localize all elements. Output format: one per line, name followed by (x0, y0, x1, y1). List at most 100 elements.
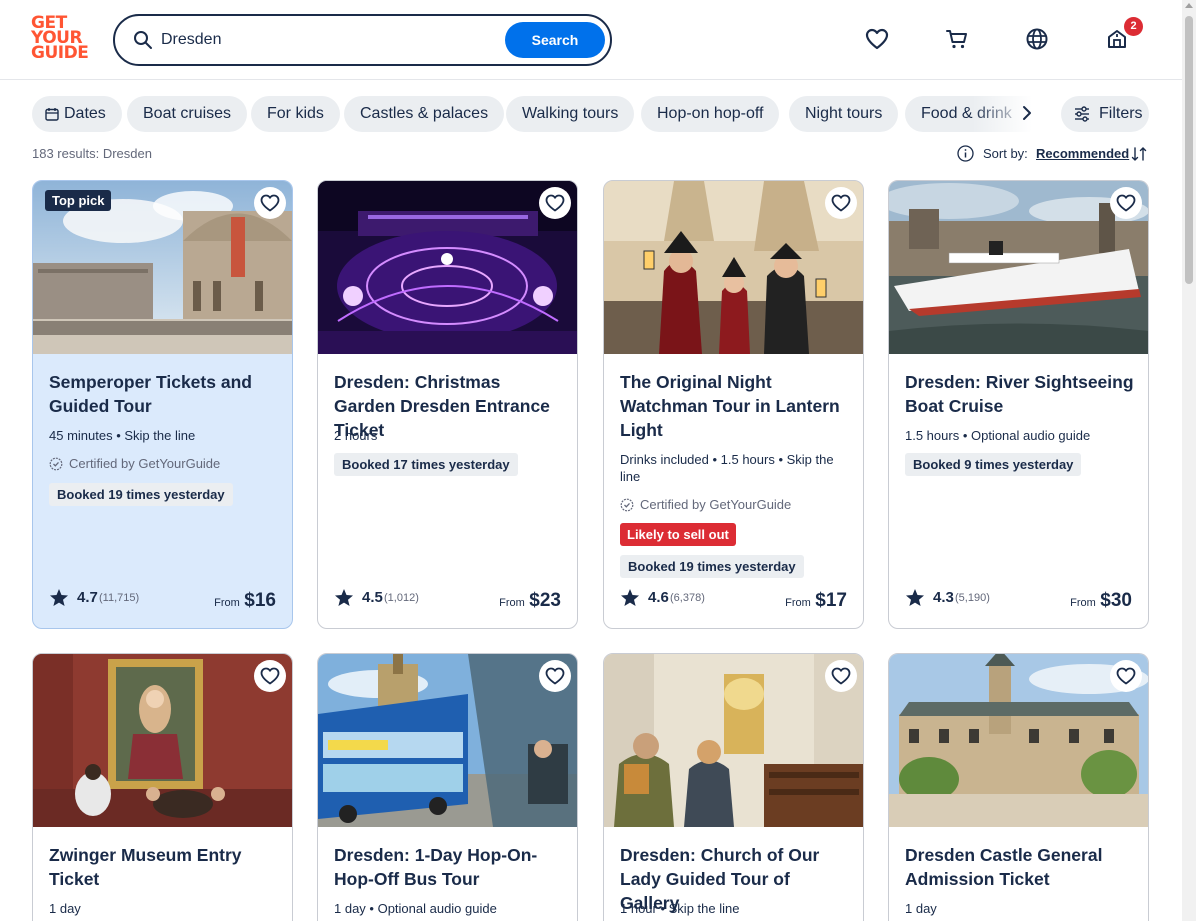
heart-icon (545, 194, 565, 212)
cart-count-badge: 2 (1124, 17, 1143, 36)
activity-title[interactable]: Zwinger Museum Entry Ticket (49, 843, 279, 891)
logo-line: GUIDE (31, 43, 89, 63)
chip-night-tours[interactable]: Night tours (789, 96, 899, 132)
page-scrollbar[interactable] (1182, 0, 1196, 921)
price-amount: $30 (1100, 590, 1132, 611)
chip-label: Night tours (805, 105, 883, 122)
chip-hop-on-hop-off[interactable]: Hop-on hop-off (641, 96, 780, 132)
calendar-icon (45, 108, 59, 121)
chip-walking-tours[interactable]: Walking tours (506, 96, 635, 132)
chip-label: Walking tours (522, 105, 619, 122)
activity-title[interactable]: Dresden Castle General Admission Ticket (905, 843, 1135, 891)
wishlist-button[interactable] (825, 187, 857, 219)
sort-value[interactable]: Recommended (1036, 145, 1129, 163)
wishlist-button[interactable] (1110, 660, 1142, 692)
chip-label: Hop-on hop-off (657, 105, 764, 122)
price: From $16 (214, 590, 276, 612)
wishlist-button[interactable] (539, 660, 571, 692)
activity-meta: 1.5 hours • Optional audio guide (905, 428, 1091, 443)
chip-label: Dates (64, 105, 106, 122)
certified-text: Certified by GetYourGuide (69, 456, 221, 471)
activity-meta: 1 day (49, 901, 81, 916)
review-count: (1,012) (384, 592, 419, 604)
search-button[interactable]: Search (505, 22, 605, 58)
activity-card[interactable]: Top pick Semperoper Tickets and Guided T… (32, 180, 293, 629)
activity-photo (318, 654, 577, 827)
sliders-filter-icon (1075, 106, 1089, 122)
price-amount: $16 (244, 590, 276, 611)
chip-label: For kids (267, 105, 324, 122)
activity-card[interactable]: Zwinger Museum Entry Ticket 1 day (32, 653, 293, 921)
certified-check-icon (49, 457, 63, 471)
chip-boat-cruises[interactable]: Boat cruises (127, 96, 248, 132)
booked-badge: Booked 19 times yesterday (49, 483, 233, 506)
search-icon (134, 31, 152, 49)
chevron-right-icon[interactable] (1016, 102, 1038, 124)
top-header: GET YOUR GUIDE Search 2 (0, 0, 1182, 80)
price-amount: $23 (529, 590, 561, 611)
likely-to-sell-out-badge: Likely to sell out (620, 523, 736, 546)
search-input[interactable] (161, 26, 501, 54)
chip-label: Boat cruises (143, 105, 232, 122)
wishlist-button[interactable] (539, 187, 571, 219)
category-chip-row: Dates Boat cruises For kids Castles & pa… (32, 96, 1032, 132)
activity-photo (33, 654, 292, 827)
review-count: (11,715) (99, 592, 140, 604)
activity-title[interactable]: The Original Night Watchman Tour in Lant… (620, 370, 850, 442)
getyourguide-logo[interactable]: GET YOUR GUIDE (31, 15, 91, 66)
wishlist-button[interactable] (825, 660, 857, 692)
activity-title[interactable]: Semperoper Tickets and Guided Tour (49, 370, 279, 418)
price-from-label: From (785, 597, 811, 609)
activity-photo (604, 181, 863, 354)
review-count: (5,190) (955, 592, 990, 604)
scrollbar-thumb[interactable] (1185, 16, 1193, 284)
review-count: (6,378) (670, 592, 705, 604)
star-icon (50, 589, 68, 606)
activity-card[interactable]: Dresden: Christmas Garden Dresden Entran… (317, 180, 578, 629)
star-icon (621, 589, 639, 606)
activity-meta: 1 hour • Skip the line (620, 901, 740, 916)
rating-score: 4.3 (933, 589, 954, 606)
chip-castles-palaces[interactable]: Castles & palaces (344, 96, 505, 132)
activity-card[interactable]: Dresden Castle General Admission Ticket … (888, 653, 1149, 921)
chip-dates[interactable]: Dates (32, 96, 122, 132)
activity-title[interactable]: Dresden: 1-Day Hop-On-Hop-Off Bus Tour (334, 843, 564, 891)
activity-card[interactable]: Dresden: 1-Day Hop-On-Hop-Off Bus Tour 1… (317, 653, 578, 921)
activity-card[interactable]: Dresden: Church of Our Lady Guided Tour … (603, 653, 864, 921)
top-pick-badge: Top pick (45, 190, 112, 211)
sort-arrows-icon[interactable] (1131, 146, 1147, 162)
activity-card[interactable]: The Original Night Watchman Tour in Lant… (603, 180, 864, 629)
price-from-label: From (499, 597, 525, 609)
activity-card[interactable]: Dresden: River Sightseeing Boat Cruise 1… (888, 180, 1149, 629)
wishlist-button[interactable] (254, 187, 286, 219)
star-icon (335, 589, 353, 606)
activity-title[interactable]: Dresden: River Sightseeing Boat Cruise (905, 370, 1135, 418)
filters-button[interactable]: Filters (1061, 96, 1149, 132)
heart-icon (831, 667, 851, 685)
wishlist-heart-icon[interactable] (864, 26, 890, 52)
search-bar: Search (113, 14, 612, 66)
activity-meta: 1 day • Optional audio guide (334, 901, 497, 916)
scroll-up-arrow-icon[interactable] (1185, 3, 1193, 8)
activity-meta: 45 minutes • Skip the line (49, 428, 196, 443)
activity-meta: 1 day (905, 901, 937, 916)
price-amount: $17 (815, 590, 847, 611)
activity-photo (889, 654, 1148, 827)
heart-icon (545, 667, 565, 685)
heart-icon (1116, 194, 1136, 212)
globe-language-icon[interactable] (1024, 26, 1050, 52)
results-count: 183 results: Dresden (32, 146, 152, 161)
wishlist-button[interactable] (254, 660, 286, 692)
price: From $17 (785, 590, 847, 612)
certified-text: Certified by GetYourGuide (640, 497, 792, 512)
rating-score: 4.5 (362, 589, 383, 606)
chip-label: Castles & palaces (360, 105, 489, 122)
cart-icon[interactable] (944, 26, 970, 52)
chip-for-kids[interactable]: For kids (251, 96, 340, 132)
sort-label: Sort by: (983, 146, 1028, 161)
info-icon[interactable] (957, 145, 974, 162)
price: From $30 (1070, 590, 1132, 612)
wishlist-button[interactable] (1110, 187, 1142, 219)
price-from-label: From (214, 597, 240, 609)
activity-photo (318, 181, 577, 354)
